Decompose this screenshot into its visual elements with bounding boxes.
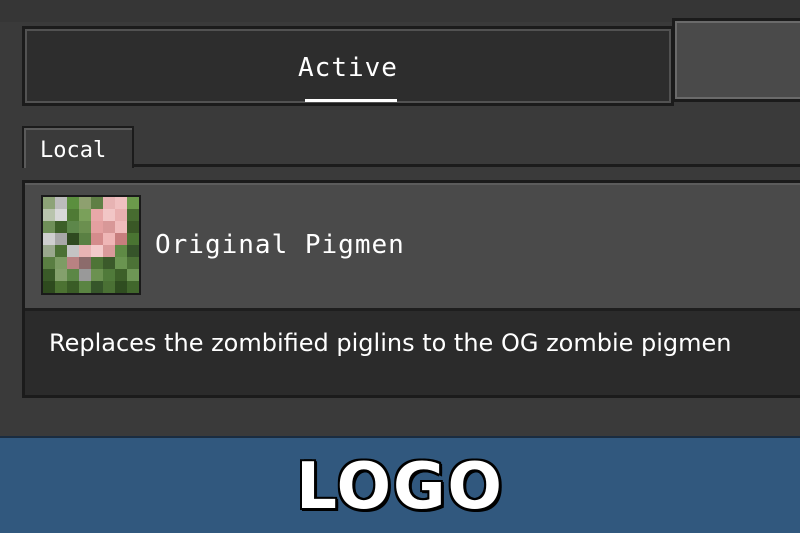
tab-available[interactable] [672,18,800,102]
section-divider [132,164,800,167]
pack-name: Original Pigmen [155,230,405,260]
pack-row-original-pigmen[interactable]: Original Pigmen [25,183,800,311]
pack-list-panel: Local Original Pigmen Replaces the zombi… [22,126,800,398]
tab-active-label: Active [298,53,398,83]
zombie-pigman-pack-icon [41,195,141,295]
tab-selected-underline [305,99,397,102]
watermark-banner: LOGO [0,436,800,533]
section-tab-local-label: Local [40,138,107,163]
section-tab-local[interactable]: Local [22,126,134,168]
resource-pack-screen: Active Local Original Pigmen Replaces th… [0,0,800,436]
pack-description: Replaces the zombified piglins to the OG… [49,329,732,357]
tab-active[interactable]: Active [22,26,674,106]
pack-card: Original Pigmen Replaces the zombified p… [22,180,800,398]
watermark-logo: LOGO [296,450,504,524]
